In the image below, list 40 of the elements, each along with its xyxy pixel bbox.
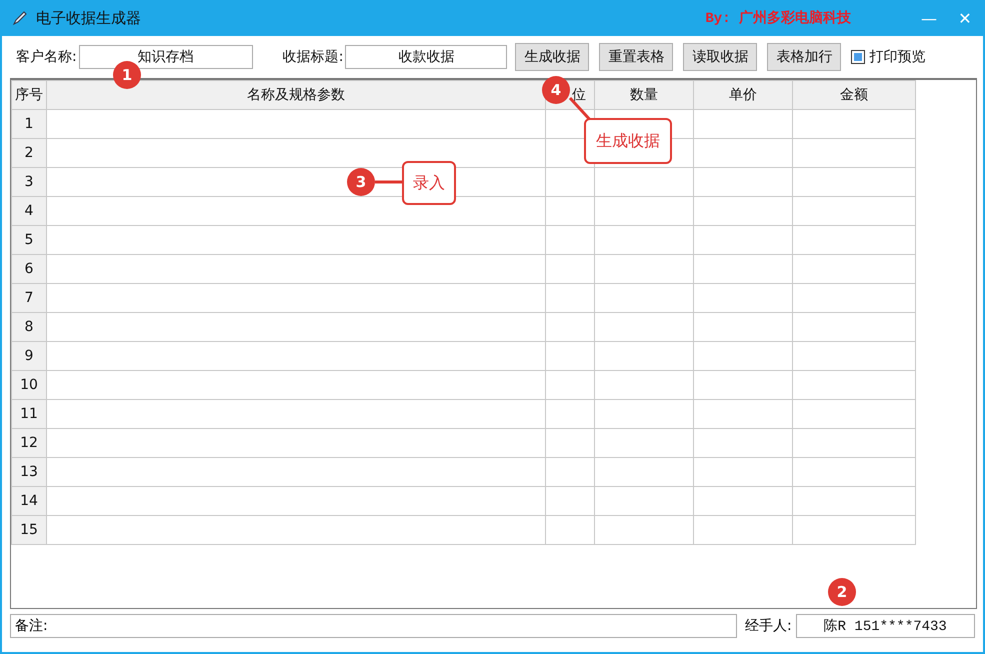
- customer-field[interactable]: 知识存档: [78, 45, 253, 69]
- leader-line: [375, 180, 402, 184]
- column-header: 金额: [792, 80, 916, 110]
- row-number: 4: [12, 196, 46, 226]
- row-number: 6: [12, 254, 46, 284]
- row-number: 13: [12, 458, 46, 486]
- remark-label: 备注:: [15, 617, 48, 635]
- customer-label: 客户名称:: [16, 48, 77, 66]
- title-field[interactable]: 收款收据: [345, 45, 508, 69]
- row-number: 12: [12, 428, 46, 458]
- title-label: 收据标题:: [282, 48, 344, 66]
- column-header: 单价: [694, 80, 792, 110]
- handler-field[interactable]: 陈R 151****7433: [796, 614, 975, 638]
- row-number: 7: [12, 284, 46, 312]
- pen-icon: [12, 10, 28, 26]
- column-header: 数量: [594, 80, 694, 110]
- toolbar-button[interactable]: 读取收据: [683, 43, 758, 71]
- row-number: 15: [12, 516, 46, 544]
- toolbar-button[interactable]: 生成收据: [515, 43, 590, 71]
- checkbox[interactable]: [851, 50, 866, 64]
- row-number: 3: [12, 168, 46, 196]
- column-header: 名称及规格参数: [46, 80, 546, 110]
- row-number: 5: [12, 226, 46, 254]
- row-number: 10: [12, 370, 46, 400]
- row-number: 14: [12, 486, 46, 516]
- credit-text: By: 广州多彩电脑科技: [705, 9, 851, 27]
- row-number: 8: [12, 312, 46, 342]
- row-number: 11: [12, 400, 46, 428]
- window-title: 电子收据生成器: [36, 8, 141, 28]
- callout-label: 录入: [402, 161, 456, 205]
- callout-label: 生成收据: [584, 118, 672, 164]
- print-preview-label: 打印预览: [869, 48, 926, 66]
- toolbar-button[interactable]: 表格加行: [767, 43, 842, 71]
- handler-label: 经手人:: [745, 617, 792, 635]
- row-number: 2: [12, 138, 46, 168]
- row-number: 9: [12, 342, 46, 370]
- column-header: 序号: [12, 80, 46, 110]
- row-number: 1: [12, 110, 46, 138]
- remark-field[interactable]: 备注:: [10, 614, 737, 638]
- toolbar-button[interactable]: 重置表格: [599, 43, 674, 71]
